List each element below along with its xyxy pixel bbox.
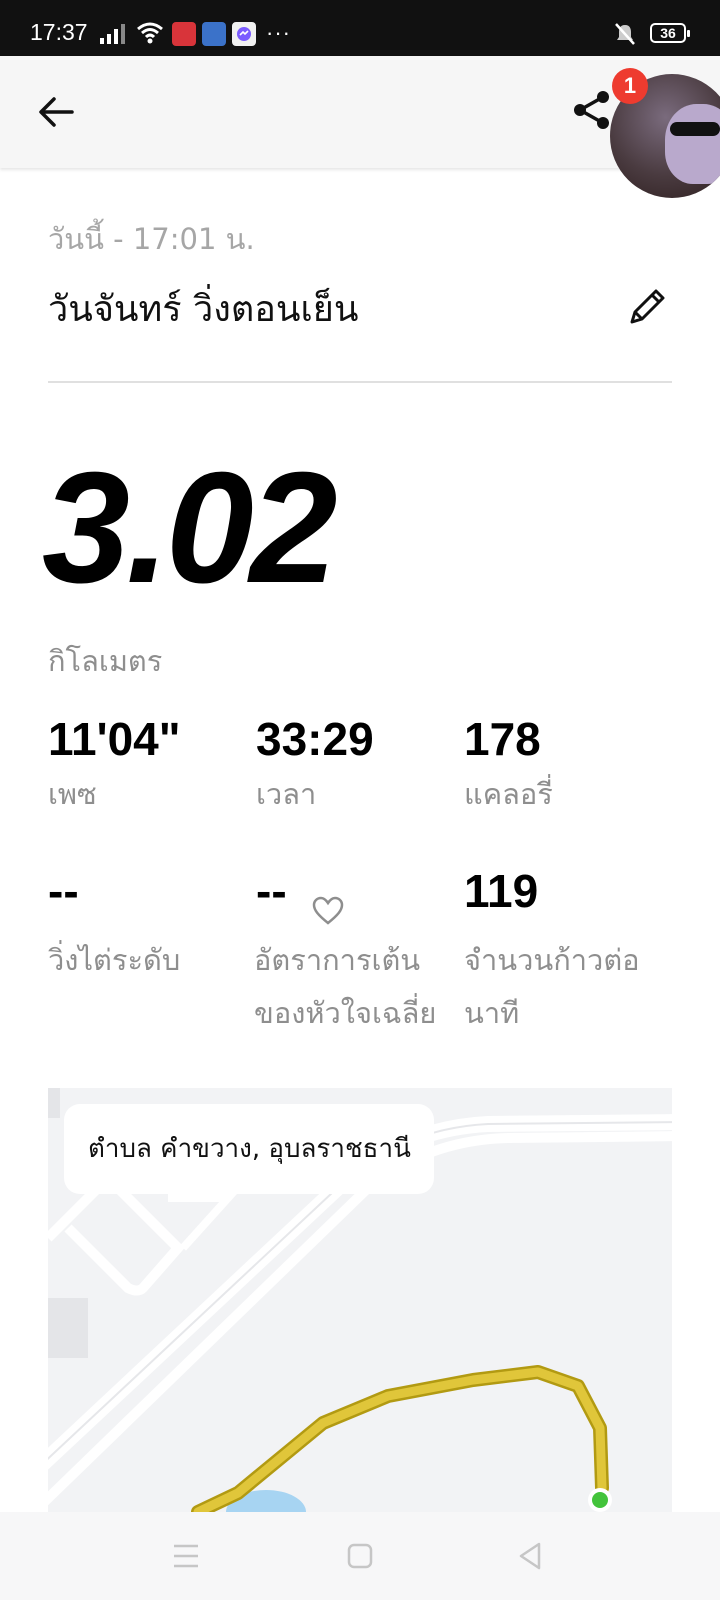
back-nav-icon[interactable]	[512, 1538, 548, 1574]
share-icon	[574, 91, 609, 129]
avatar-face	[665, 104, 720, 184]
menu-icon[interactable]	[168, 1538, 204, 1574]
route-map[interactable]: ตำบล คำขวาง, อุบลราชธานี	[48, 1088, 672, 1512]
share-button[interactable]	[570, 88, 614, 132]
activity-date: วันนี้ - 17:01 น.	[48, 222, 255, 256]
notification-app-icon	[172, 22, 196, 46]
calories-value: 178	[464, 713, 541, 765]
signal-icon	[100, 24, 128, 48]
pace-value: 11'04"	[48, 713, 181, 765]
mute-vibrate-icon	[612, 22, 638, 50]
time-label: เวลา	[256, 777, 317, 811]
status-time: 17:37	[30, 19, 88, 45]
back-button[interactable]	[34, 90, 78, 134]
system-nav-bar	[0, 1512, 720, 1600]
divider	[48, 381, 672, 383]
heart-rate-value: --	[256, 865, 287, 917]
heart-icon	[312, 896, 344, 926]
home-icon[interactable]	[342, 1538, 378, 1574]
battery-icon: 36	[650, 23, 690, 43]
pace-label: เพซ	[48, 777, 97, 811]
cadence-value: 119	[464, 865, 539, 917]
status-bar: 17:37 ··· 36	[0, 0, 720, 56]
edit-button[interactable]	[626, 284, 670, 328]
elevation-value: --	[48, 865, 79, 917]
wifi-icon	[137, 22, 163, 48]
time-value: 33:29	[256, 713, 374, 765]
messenger-icon	[232, 22, 256, 46]
notification-app-icon	[202, 22, 226, 46]
elevation-label: วิ่งไต่ระดับ	[48, 943, 181, 977]
distance-value: 3.02	[42, 440, 338, 616]
activity-title: วันจันทร์ วิ่งตอนเย็น	[48, 289, 359, 330]
distance-unit: กิโลเมตร	[48, 644, 163, 678]
cadence-label: จำนวนก้าวต่อนาที	[464, 943, 640, 1030]
heart-rate-label: อัตราการเต้นของหัวใจเฉลี่ย	[254, 943, 437, 1030]
calories-label: แคลอรี่	[464, 777, 553, 811]
avatar-glasses	[670, 122, 720, 136]
location-label: ตำบล คำขวาง, อุบลราชธานี	[64, 1104, 434, 1194]
notification-badge: 1	[612, 68, 648, 104]
pencil-icon	[630, 289, 665, 324]
more-notifications: ···	[266, 20, 291, 45]
